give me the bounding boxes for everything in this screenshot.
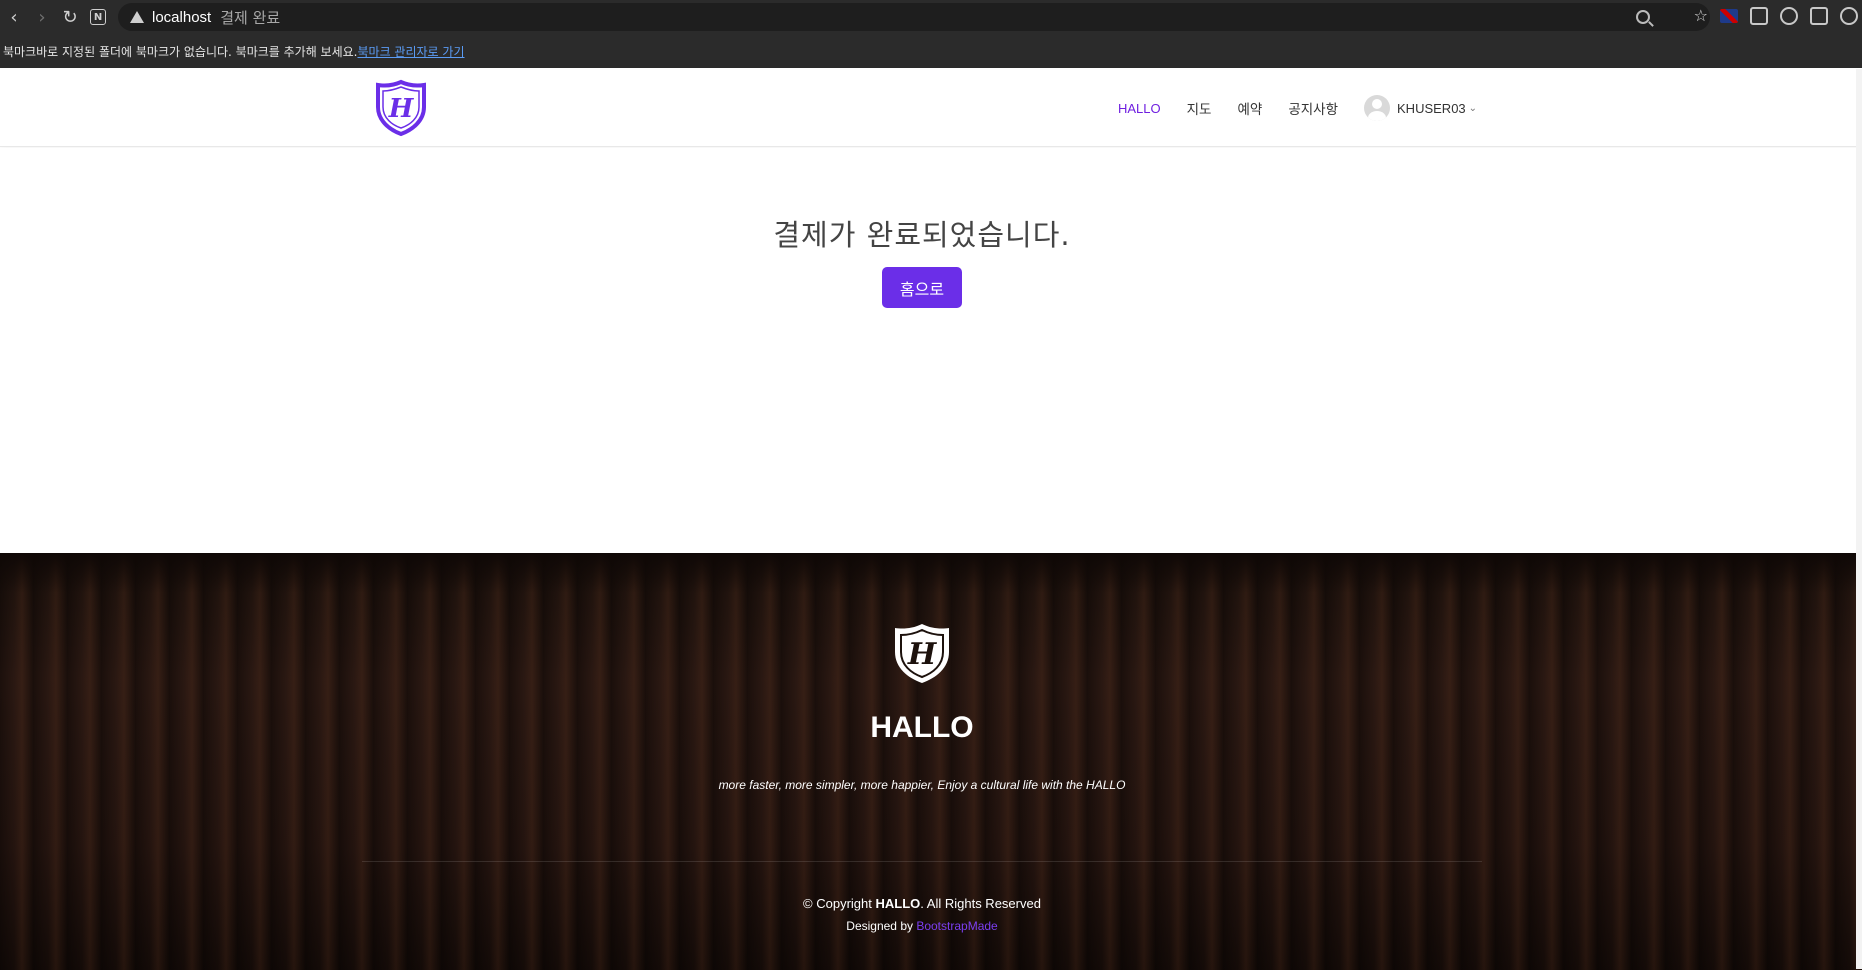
copyright-brand: HALLO: [875, 896, 921, 911]
bookmark-bar: 북마크바로 지정된 폴더에 북마크가 없습니다. 북마크를 추가해 보세요. 북…: [0, 34, 1862, 68]
copyright: © Copyright HALLO. All Rights Reserved: [0, 896, 1844, 911]
payment-complete-message: 결제가 완료되었습니다.: [773, 218, 1071, 252]
svg-text:H: H: [907, 637, 938, 672]
home-button[interactable]: 홈으로: [882, 267, 962, 308]
footer-tagline: more faster, more simpler, more happier,…: [718, 778, 1126, 792]
sidebar-icon[interactable]: [1810, 6, 1828, 25]
main-content: 결제가 완료되었습니다. 홈으로: [0, 148, 1862, 553]
back-icon[interactable]: ‹: [0, 3, 28, 31]
footer: H HALLO more faster, more simpler, more …: [0, 553, 1862, 970]
translate-flag-icon[interactable]: [1720, 8, 1738, 23]
browser-toolbar: ‹ › ↻ N localhost 결제 완료 ☆: [0, 0, 1862, 34]
bootstrapmade-link[interactable]: BootstrapMade: [916, 919, 997, 933]
avatar[interactable]: [1364, 95, 1391, 121]
bookmark-empty-message: 북마크바로 지정된 폴더에 북마크가 없습니다. 북마크를 추가해 보세요.: [3, 44, 358, 59]
curtain-background: [0, 553, 1862, 593]
hallo-logo[interactable]: H: [374, 79, 428, 137]
user-menu[interactable]: KHUSER03 ⌄: [1364, 95, 1477, 121]
copyright-prefix: © Copyright: [803, 896, 876, 911]
reload-icon[interactable]: ↻: [56, 3, 84, 31]
footer-title: HALLO: [870, 711, 974, 744]
footer-logo: H: [895, 624, 949, 683]
page-scrollbar[interactable]: [1856, 69, 1862, 969]
profile-icon[interactable]: [1840, 6, 1858, 25]
username[interactable]: KHUSER03: [1397, 101, 1466, 116]
nav-item-notice[interactable]: 공지사항: [1288, 98, 1338, 118]
star-icon[interactable]: ☆: [1694, 6, 1708, 25]
site-header: H HALLO 지도 예약 공지사항 KHUSER03 ⌄: [0, 69, 1862, 147]
zoom-icon[interactable]: [1636, 10, 1650, 24]
nav-item-hallo[interactable]: HALLO: [1118, 101, 1161, 116]
extension-icons: ☆: [1694, 6, 1858, 25]
screenshot-icon[interactable]: [1780, 6, 1798, 25]
main-nav: HALLO 지도 예약 공지사항 KHUSER03 ⌄: [1118, 69, 1477, 147]
chevron-down-icon[interactable]: ⌄: [1469, 103, 1477, 114]
nav-item-reservation[interactable]: 예약: [1237, 98, 1262, 118]
footer-divider: [362, 861, 1482, 862]
copyright-suffix: . All Rights Reserved: [920, 896, 1041, 911]
url-page-title: 결제 완료: [220, 8, 281, 27]
nav-item-map[interactable]: 지도: [1187, 98, 1212, 118]
extension-n-icon[interactable]: N: [90, 9, 106, 25]
forward-icon[interactable]: ›: [28, 3, 56, 31]
extension-icon[interactable]: [1750, 6, 1768, 25]
address-bar[interactable]: localhost 결제 완료: [118, 3, 1710, 31]
svg-text:H: H: [388, 94, 415, 124]
designed-by: Designed by BootstrapMade: [0, 919, 1844, 933]
designed-by-prefix: Designed by: [846, 919, 917, 933]
not-secure-warning-icon[interactable]: [130, 11, 144, 23]
url-host: localhost: [152, 8, 212, 26]
bookmark-manager-link[interactable]: 북마크 관리자로 가기: [358, 43, 465, 60]
